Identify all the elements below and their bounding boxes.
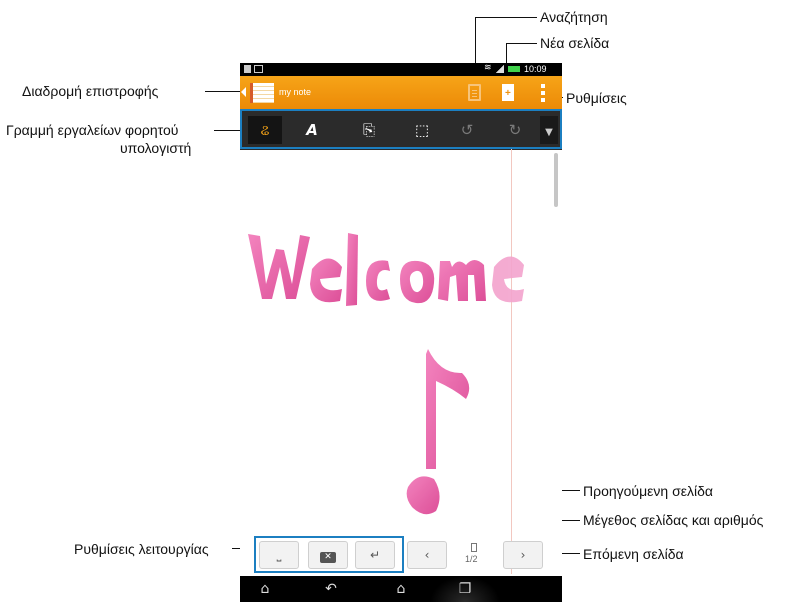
recent-apps-button[interactable]: ❐ [450,580,480,598]
image-notification-icon [254,65,263,73]
back-path-button[interactable]: my note [240,78,311,107]
previous-page-button[interactable]: ‹ [407,541,447,569]
leader-toolbar [214,130,242,131]
function-keys-highlight-frame [254,536,404,573]
overflow-menu-icon [541,84,545,88]
notification-icon [244,65,251,73]
signal-icon [496,64,504,73]
handwritten-music-note [406,349,470,515]
house-button[interactable]: ⌂ [386,580,416,598]
next-page-button[interactable]: › [503,541,543,569]
back-caret-icon [241,87,246,97]
letter-c [366,260,390,301]
home-menu-button[interactable]: ⌂ [250,580,280,598]
tablet-screen: ≋ 10:09 my note + ଌ A ⎘ ⬚ ↺ ↻ ▼ ⎵ ✕ ↵ ‹ … [240,63,562,602]
callout-next-page: Επόμενη σελίδα [583,546,684,562]
system-nav-bar: ⌂ ↶ ⌂ ❐ [240,576,562,602]
callout-toolbar-line1: Γραμμή εργαλείων φορητού [6,122,179,138]
letter-e1 [310,258,342,303]
status-bar: ≋ 10:09 [240,63,562,76]
letter-e2 [492,256,524,303]
new-page-plus-icon: + [505,88,511,99]
page-number: 1/2 [465,554,478,564]
notebook-title: my note [279,87,312,97]
toolbar-highlight-frame [240,109,562,149]
chevron-left-icon: ‹ [424,548,430,562]
page-size-icon [471,543,477,552]
callout-settings: Ρυθμίσεις [566,90,627,106]
chevron-right-icon: › [520,548,526,562]
recent-apps-icon: ❐ [458,581,472,597]
letter-o [400,260,435,304]
home-icon: ⌂ [260,581,270,597]
callout-prev-page: Προηγούμενη σελίδα [583,483,713,499]
callout-page-size-number: Μέγεθος σελίδας και αριθμός [583,512,764,528]
letter-m [438,260,486,301]
back-icon: ↶ [325,581,337,597]
handwritten-word [248,233,524,306]
search-button[interactable] [468,84,481,101]
letter-w [248,234,310,299]
settings-menu-button[interactable] [540,84,546,102]
new-page-button[interactable]: + [502,84,514,101]
leader-search-h [475,17,537,18]
house-icon: ⌂ [396,581,406,597]
callout-search: Αναζήτηση [540,9,608,25]
wifi-icon: ≋ [484,63,492,73]
callout-toolbar-line2: υπολογιστή [120,140,192,156]
battery-icon [508,66,520,72]
callout-back-path: Διαδρομή επιστροφής [22,83,159,99]
callout-function-settings: Ρυθμίσεις λειτουργίας [74,541,209,557]
search-page-icon [472,90,477,91]
handwriting-canvas[interactable] [240,149,560,574]
status-time: 10:09 [524,64,547,74]
leader-newpage-h [506,43,537,44]
letter-l [346,233,358,306]
back-button[interactable]: ↶ [316,580,346,598]
callout-new-page: Νέα σελίδα [540,35,610,51]
action-bar: my note + [240,76,562,109]
notebook-icon [250,83,274,103]
